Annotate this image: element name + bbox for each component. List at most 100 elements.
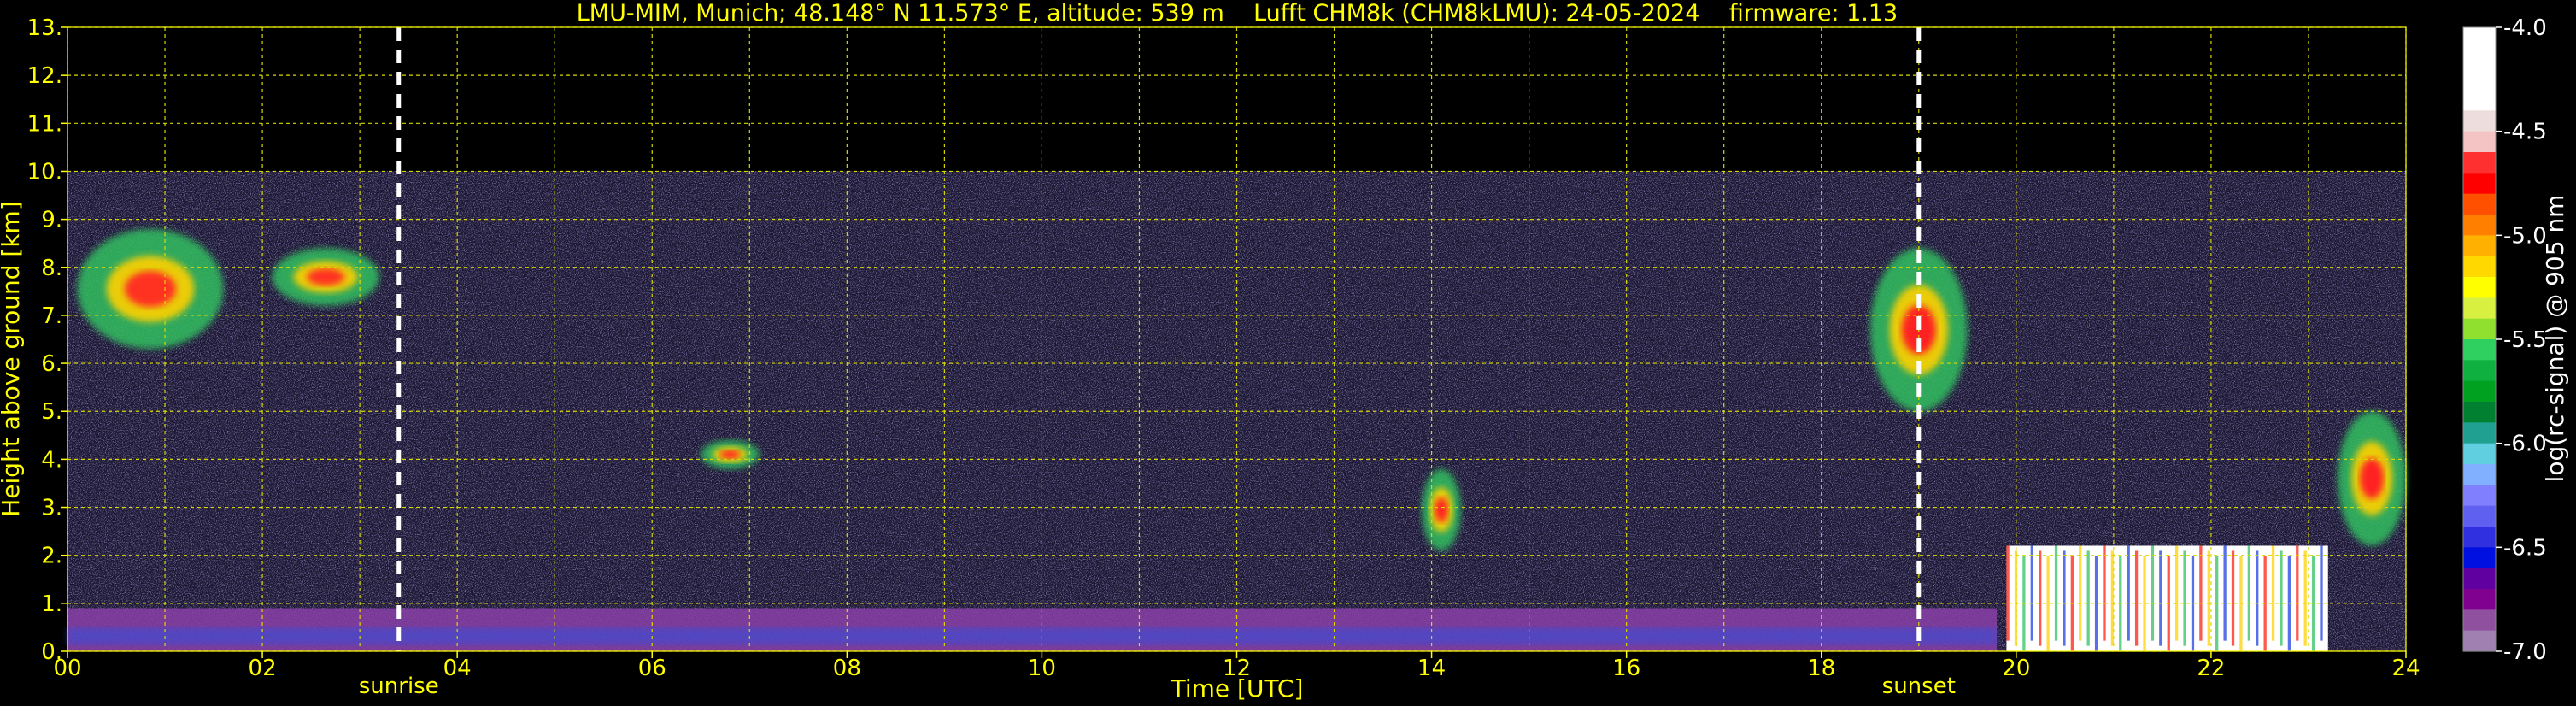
y-tick-label: 13. — [27, 15, 62, 41]
feature-streak — [2054, 545, 2058, 641]
y-tick-label: 9. — [41, 208, 62, 233]
colorbar-swatch — [2463, 277, 2496, 298]
y-tick-label: 7. — [41, 303, 62, 329]
colorbar-swatch — [2463, 609, 2496, 632]
colorbar-tick-label: -6.5 — [2503, 535, 2547, 561]
feature-streak — [2296, 545, 2299, 641]
colorbar-swatch — [2463, 90, 2496, 111]
colorbar-swatch — [2463, 589, 2496, 610]
feature-core — [67, 627, 1998, 645]
x-tick-label: 04 — [443, 656, 472, 681]
y-tick-label: 12. — [27, 63, 62, 89]
feature-core — [1435, 497, 1448, 522]
colorbar-swatch — [2463, 131, 2496, 153]
colorbar-swatch — [2463, 630, 2496, 652]
colorbar-swatch — [2463, 318, 2496, 340]
y-tick-label: 2. — [41, 544, 62, 569]
colorbar-swatch — [2463, 547, 2496, 569]
colorbar-swatch — [2463, 422, 2496, 444]
feature-streak — [2079, 545, 2082, 641]
y-tick-label: 10. — [27, 159, 62, 185]
ceilometer-chart: 0.1.2.3.4.5.6.7.8.9.10.11.12.13. 00 02 04 0… — [0, 0, 2576, 706]
feature-core — [2360, 458, 2385, 499]
y-tick-label: 4. — [41, 447, 62, 473]
colorbar-swatch — [2463, 380, 2496, 403]
colorbar-swatch — [2463, 235, 2496, 257]
colorbar-swatch — [2463, 339, 2496, 361]
colorbar-swatch — [2463, 110, 2496, 132]
y-tick-label: 3. — [41, 496, 62, 521]
sunrise-label: sunrise — [359, 674, 439, 699]
x-tick-label: 14 — [1417, 656, 1446, 681]
feature-streak — [2094, 556, 2098, 651]
feature-streak — [2086, 550, 2090, 646]
feature-streak — [2039, 550, 2042, 646]
feature-core — [719, 450, 741, 459]
feature-streak — [2271, 545, 2275, 641]
x-tick-label: 08 — [833, 656, 861, 681]
y-tick-label: 8. — [41, 256, 62, 281]
feature-streak — [2320, 545, 2323, 641]
feature-streak — [2134, 550, 2139, 646]
feature-streak — [2063, 550, 2066, 646]
colorbar-swatch — [2463, 173, 2496, 195]
x-tick-label: 18 — [1807, 656, 1835, 681]
feature-streak — [2256, 550, 2259, 646]
feature-core — [124, 270, 176, 308]
colorbar-swatch — [2463, 485, 2496, 507]
colorbar-tick-label: -4.5 — [2503, 120, 2547, 145]
colorbar-swatch — [2463, 443, 2496, 465]
y-axis-title: Height above ground [km] — [0, 201, 25, 517]
sunset-label: sunset — [1882, 674, 1956, 699]
feature-streak — [2223, 545, 2227, 641]
colorbar-swatch — [2463, 215, 2496, 236]
x-tick-label: 22 — [2197, 656, 2225, 681]
feature-streak — [2231, 550, 2235, 646]
x-tick-label: 10 — [1028, 656, 1056, 681]
colorbar-swatch — [2463, 27, 2496, 49]
feature-streak — [2046, 556, 2050, 651]
x-tick-label: 20 — [2002, 656, 2030, 681]
x-tick-label: 02 — [249, 656, 277, 681]
x-tick-label: 06 — [638, 656, 666, 681]
feature-streak — [2183, 550, 2186, 646]
feature-streak — [2006, 545, 2010, 641]
feature-streak — [2030, 545, 2033, 641]
feature-streak — [2127, 545, 2130, 641]
colorbar-title: log(rc-signal) @ 905 nm — [2541, 195, 2569, 483]
feature-streak — [2199, 545, 2203, 641]
chart-title: LMU-MIM, Munich; 48.148° N 11.573° E, al… — [577, 0, 1898, 26]
colorbar-swatch — [2463, 360, 2496, 382]
colorbar-swatch — [2463, 48, 2496, 70]
x-axis-title: Time [UTC] — [1171, 674, 1304, 703]
colorbar-swatch — [2463, 297, 2496, 320]
feature-core — [307, 268, 345, 286]
y-tick-label: 5. — [41, 399, 62, 425]
feature-streak — [2151, 545, 2155, 641]
colorbar-swatch — [2463, 68, 2496, 91]
colorbar-swatch — [2463, 464, 2496, 485]
feature-streak — [2103, 545, 2106, 641]
colorbar-swatch — [2463, 152, 2496, 174]
feature-streak — [2280, 550, 2283, 646]
y-tick-label: 6. — [41, 351, 62, 377]
x-tick-label: 24 — [2391, 656, 2420, 681]
colorbar-swatch — [2463, 527, 2496, 548]
colorbar-swatch — [2463, 193, 2496, 215]
colorbar-swatch — [2463, 256, 2496, 278]
x-tick-label: 00 — [53, 656, 81, 681]
feature-streak — [2159, 550, 2162, 646]
colorbar-swatch — [2463, 402, 2496, 423]
y-tick-label: 1. — [41, 591, 62, 617]
x-tick-label: 16 — [1612, 656, 1640, 681]
feature-streak — [2175, 545, 2179, 641]
colorbar-tick-label: -4.0 — [2503, 15, 2547, 41]
y-tick-label: 11. — [27, 111, 62, 137]
colorbar-swatch — [2463, 505, 2496, 527]
feature-streak — [2303, 550, 2307, 646]
colorbar-tick-label: -7.0 — [2503, 639, 2547, 665]
feature-streak — [2247, 545, 2250, 641]
feature-streak — [2207, 550, 2210, 646]
colorbar-swatch — [2463, 568, 2496, 590]
colorbar-swatches — [2463, 27, 2496, 652]
